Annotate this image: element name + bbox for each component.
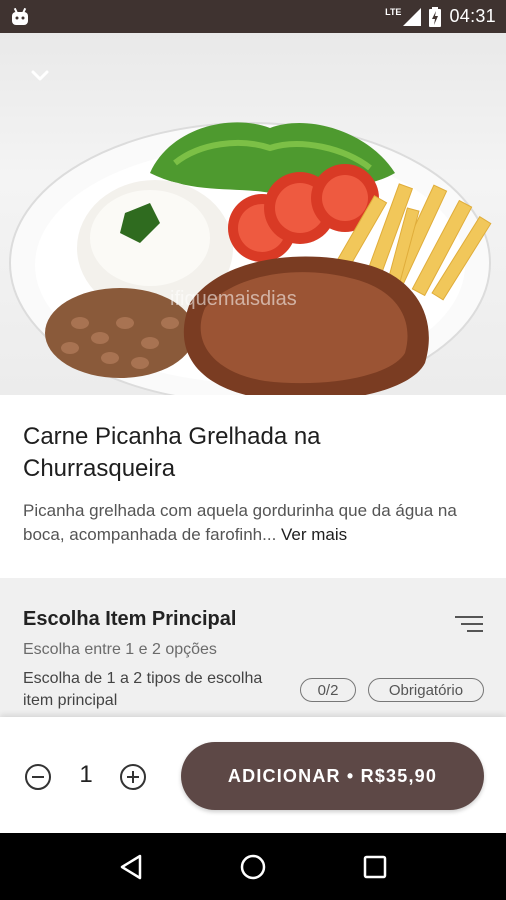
section-divider bbox=[0, 578, 506, 600]
recents-square-icon bbox=[363, 855, 387, 878]
chevron-down-icon[interactable] bbox=[26, 63, 54, 87]
nav-recents-button[interactable] bbox=[360, 852, 390, 882]
product-title: Carne Picanha Grelhada na Churrasqueira bbox=[23, 423, 321, 482]
add-to-cart-button[interactable]: ADICIONAR • R$35,90 bbox=[181, 742, 484, 810]
status-bar: LTE 04:31 bbox=[0, 0, 506, 33]
section-title: Escolha Item Principal bbox=[23, 608, 237, 630]
action-bar: 1 ADICIONAR • R$35,90 bbox=[0, 717, 506, 833]
nav-home-button[interactable] bbox=[238, 852, 268, 882]
increase-quantity-button[interactable] bbox=[120, 764, 146, 790]
required-badge: Obrigatório bbox=[368, 678, 484, 702]
section-subtitle: Escolha entre 1 e 2 opções bbox=[23, 641, 217, 658]
food-plate-image: ifiquemaisdias bbox=[9, 122, 492, 395]
android-icon bbox=[12, 7, 28, 25]
selection-count-badge: 0/2 bbox=[300, 678, 356, 702]
network-label: LTE bbox=[385, 6, 402, 17]
home-circle-icon bbox=[240, 854, 266, 879]
signal-icon bbox=[403, 7, 422, 26]
section-note: Escolha de 1 a 2 tipos de escolha item p… bbox=[23, 670, 263, 709]
quantity-value: 1 bbox=[79, 761, 93, 788]
back-triangle-icon bbox=[120, 854, 142, 879]
product-image: ifiquemaisdias bbox=[0, 33, 506, 395]
filter-icon bbox=[455, 616, 483, 632]
status-time: 04:31 bbox=[449, 6, 496, 26]
watermark: ifiquemaisdias bbox=[170, 288, 297, 310]
battery-charging-icon bbox=[429, 6, 442, 27]
status-icons: LTE 04:31 bbox=[385, 6, 496, 27]
choice-section: Escolha Item Principal Escolha entre 1 e… bbox=[0, 600, 506, 725]
see-more-link[interactable]: Ver mais bbox=[281, 525, 347, 544]
product-description: Picanha grelhada com aquela gordurinha q… bbox=[23, 499, 493, 547]
description-text: Picanha grelhada com aquela gordurinha q… bbox=[23, 501, 457, 544]
navigation-bar bbox=[0, 833, 506, 900]
decrease-quantity-button[interactable] bbox=[25, 764, 51, 790]
nav-back-button[interactable] bbox=[116, 852, 146, 882]
